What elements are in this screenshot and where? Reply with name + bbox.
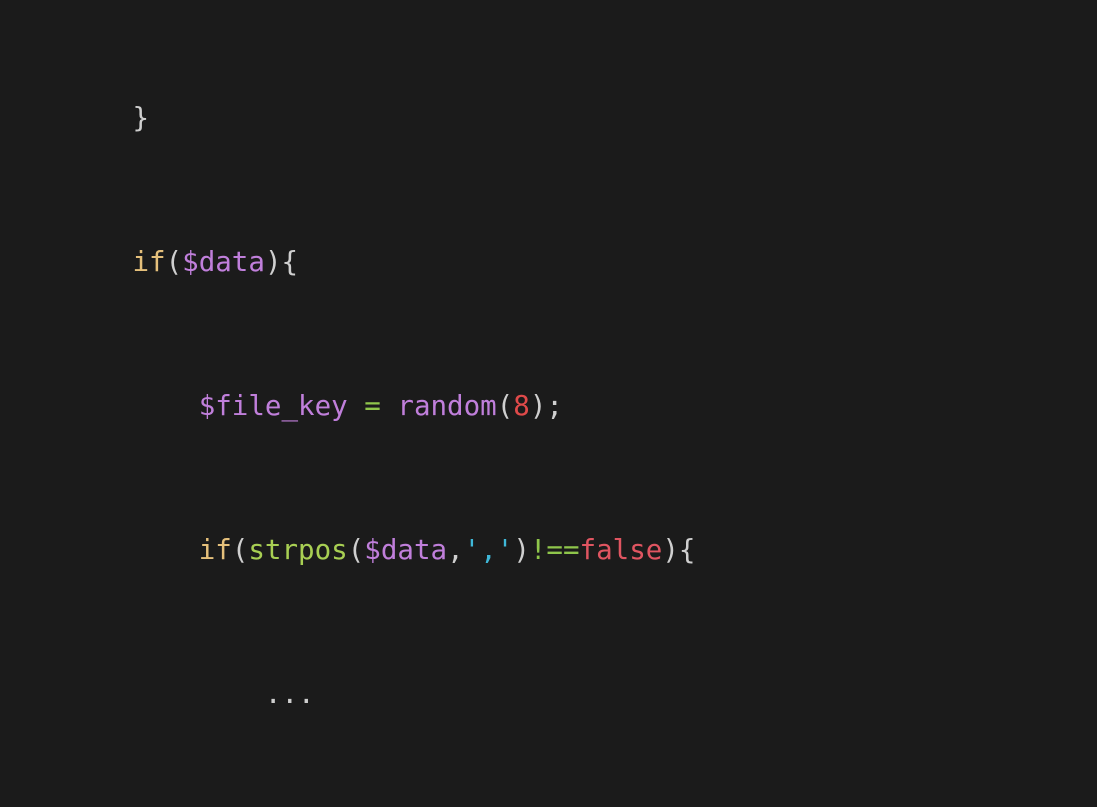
code-line: ... [0,678,315,710]
code-line: if(strpos($data,',')!==false){ [198,534,696,566]
code-line: if($data){ [132,246,299,278]
code-line: } [0,102,150,134]
code-editor[interactable]: } if($data){ $file_key = random(8); if(s… [0,0,1097,807]
code-line: $file_key = random(8); [198,390,563,422]
code-content[interactable]: } if($data){ $file_key = random(8); if(s… [0,0,1097,807]
